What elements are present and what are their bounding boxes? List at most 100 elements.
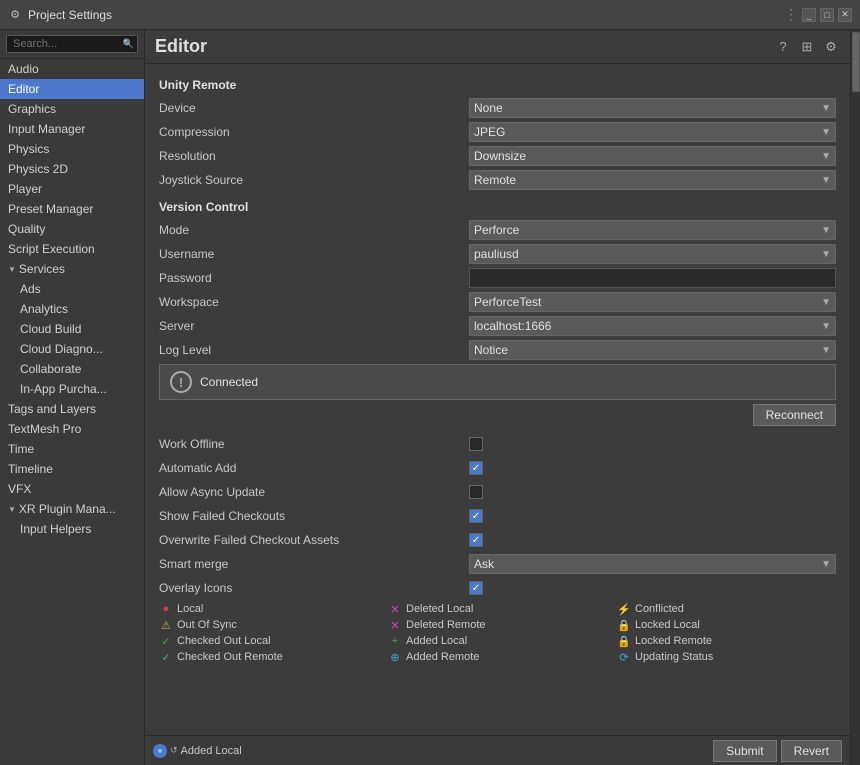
title-bar-text: Project Settings: [28, 8, 784, 22]
mode-dropdown[interactable]: Perforce ▼: [469, 220, 836, 240]
sidebar-item-editor[interactable]: Editor: [0, 79, 144, 99]
overlay-locked-remote-label: Locked Remote: [635, 635, 712, 647]
joystick-label: Joystick Source: [159, 173, 469, 187]
added-local-icon: +: [388, 634, 402, 648]
out-of-sync-icon: ⚠: [159, 618, 173, 632]
search-input[interactable]: [6, 35, 138, 53]
unity-remote-section-title: Unity Remote: [159, 78, 836, 92]
username-dropdown[interactable]: pauliusd ▼: [469, 244, 836, 264]
sidebar-item-quality[interactable]: Quality: [0, 219, 144, 239]
sidebar-item-cloud-diagno---[interactable]: Cloud Diagno...: [0, 339, 144, 359]
sidebar-item-audio[interactable]: Audio: [0, 59, 144, 79]
overlay-out-of-sync: ⚠ Out Of Sync: [159, 618, 378, 632]
sidebar-item-input-manager[interactable]: Input Manager: [0, 119, 144, 139]
compression-dropdown[interactable]: JPEG ▼: [469, 122, 836, 142]
overlay-locked-local-label: Locked Local: [635, 619, 700, 631]
sidebar-item-tags-and-layers[interactable]: Tags and Layers: [0, 399, 144, 419]
sidebar-item-collaborate[interactable]: Collaborate: [0, 359, 144, 379]
sidebar-item-preset-manager[interactable]: Preset Manager: [0, 199, 144, 219]
scrollbar-thumb[interactable]: [852, 32, 860, 92]
device-value: None: [474, 101, 503, 115]
overlay-locked-local: 🔒 Locked Local: [617, 618, 836, 632]
sidebar-item-analytics[interactable]: Analytics: [0, 299, 144, 319]
sidebar-item-ads[interactable]: Ads: [0, 279, 144, 299]
overlay-added-local: + Added Local: [388, 634, 607, 648]
workspace-label: Workspace: [159, 295, 469, 309]
smart-merge-row: Smart merge Ask ▼: [159, 554, 836, 574]
device-dropdown[interactable]: None ▼: [469, 98, 836, 118]
sidebar-item-timeline[interactable]: Timeline: [0, 459, 144, 479]
overlay-deleted-remote: ✕ Deleted Remote: [388, 618, 607, 632]
sidebar-item-in-app-purcha---[interactable]: In-App Purcha...: [0, 379, 144, 399]
added-local-text: Added Local: [181, 745, 242, 757]
password-input[interactable]: [469, 268, 836, 288]
sidebar-item-player[interactable]: Player: [0, 179, 144, 199]
minimize-button[interactable]: _: [802, 8, 816, 22]
log-level-row: Log Level Notice ▼: [159, 340, 836, 360]
sidebar-item-textmesh-pro[interactable]: TextMesh Pro: [0, 419, 144, 439]
gear-icon[interactable]: ⚙: [822, 38, 840, 56]
overlay-icons-grid: ● Local ✕ Deleted Local ⚡ Conflicted ⚠ O…: [159, 602, 836, 664]
joystick-dropdown[interactable]: Remote ▼: [469, 170, 836, 190]
overlay-added-remote: ⊕ Added Remote: [388, 650, 607, 664]
show-failed-checkbox[interactable]: [469, 509, 483, 523]
workspace-dropdown[interactable]: PerforceTest ▼: [469, 292, 836, 312]
automatic-add-checkbox[interactable]: [469, 461, 483, 475]
overlay-added-remote-label: Added Remote: [406, 651, 479, 663]
smart-merge-label: Smart merge: [159, 557, 469, 571]
maximize-button[interactable]: □: [820, 8, 834, 22]
workspace-value: PerforceTest: [474, 295, 541, 309]
workspace-row: Workspace PerforceTest ▼: [159, 292, 836, 312]
sidebar-item-cloud-build[interactable]: Cloud Build: [0, 319, 144, 339]
sidebar-item-graphics[interactable]: Graphics: [0, 99, 144, 119]
show-failed-label: Show Failed Checkouts: [159, 509, 469, 523]
log-level-dropdown[interactable]: Notice ▼: [469, 340, 836, 360]
automatic-add-row: Automatic Add: [159, 458, 836, 478]
sidebar-item-input-helpers[interactable]: Input Helpers: [0, 519, 144, 539]
resolution-dropdown-arrow: ▼: [821, 151, 831, 162]
allow-async-checkbox[interactable]: [469, 485, 483, 499]
sidebar-item-time[interactable]: Time: [0, 439, 144, 459]
bottom-right: Submit Revert: [713, 740, 842, 762]
content-header: Editor ? ⊞ ⚙: [145, 30, 850, 64]
version-control-section-title: Version Control: [159, 200, 836, 214]
device-row: Device None ▼: [159, 98, 836, 118]
reconnect-button[interactable]: Reconnect: [753, 404, 836, 426]
overwrite-failed-checkbox[interactable]: [469, 533, 483, 547]
settings-icon: ⚙: [8, 8, 22, 22]
overlay-icons-checkbox[interactable]: [469, 581, 483, 595]
sidebar-item-vfx[interactable]: VFX: [0, 479, 144, 499]
sidebar-item-script-execution[interactable]: Script Execution: [0, 239, 144, 259]
username-row: Username pauliusd ▼: [159, 244, 836, 264]
sidebar-item-physics-2d[interactable]: Physics 2D: [0, 159, 144, 179]
help-icon[interactable]: ?: [774, 38, 792, 56]
work-offline-checkbox[interactable]: [469, 437, 483, 451]
device-dropdown-arrow: ▼: [821, 103, 831, 114]
smart-merge-dropdown-arrow: ▼: [821, 559, 831, 570]
sidebar-item-physics[interactable]: Physics: [0, 139, 144, 159]
overwrite-failed-label: Overwrite Failed Checkout Assets: [159, 533, 469, 547]
overlay-locked-remote: 🔒 Locked Remote: [617, 634, 836, 648]
sidebar-item-services[interactable]: ▼ Services: [0, 259, 144, 279]
sidebar-item-xr-plugin-mana---[interactable]: ▼ XR Plugin Mana...: [0, 499, 144, 519]
triangle-icon: ▼: [8, 265, 16, 274]
server-dropdown[interactable]: localhost:1666 ▼: [469, 316, 836, 336]
overlay-updating-status: ⟳ Updating Status: [617, 650, 836, 664]
overlay-icons-label: Overlay Icons: [159, 581, 469, 595]
submit-button[interactable]: Submit: [713, 740, 776, 762]
title-bar-menu[interactable]: ⋮: [784, 6, 798, 23]
device-label: Device: [159, 101, 469, 115]
bottom-left: + ↺ Added Local: [153, 744, 242, 758]
revert-button[interactable]: Revert: [781, 740, 842, 762]
mode-dropdown-arrow: ▼: [821, 225, 831, 236]
scrollbar-track[interactable]: [850, 30, 860, 765]
smart-merge-dropdown[interactable]: Ask ▼: [469, 554, 836, 574]
compression-value: JPEG: [474, 125, 505, 139]
password-row: Password: [159, 268, 836, 288]
close-button[interactable]: ✕: [838, 8, 852, 22]
overlay-conflicted-label: Conflicted: [635, 603, 684, 615]
added-local-status: + ↺ Added Local: [153, 744, 242, 758]
resolution-dropdown[interactable]: Downsize ▼: [469, 146, 836, 166]
settings-sliders-icon[interactable]: ⊞: [798, 38, 816, 56]
smart-merge-value: Ask: [474, 557, 494, 571]
